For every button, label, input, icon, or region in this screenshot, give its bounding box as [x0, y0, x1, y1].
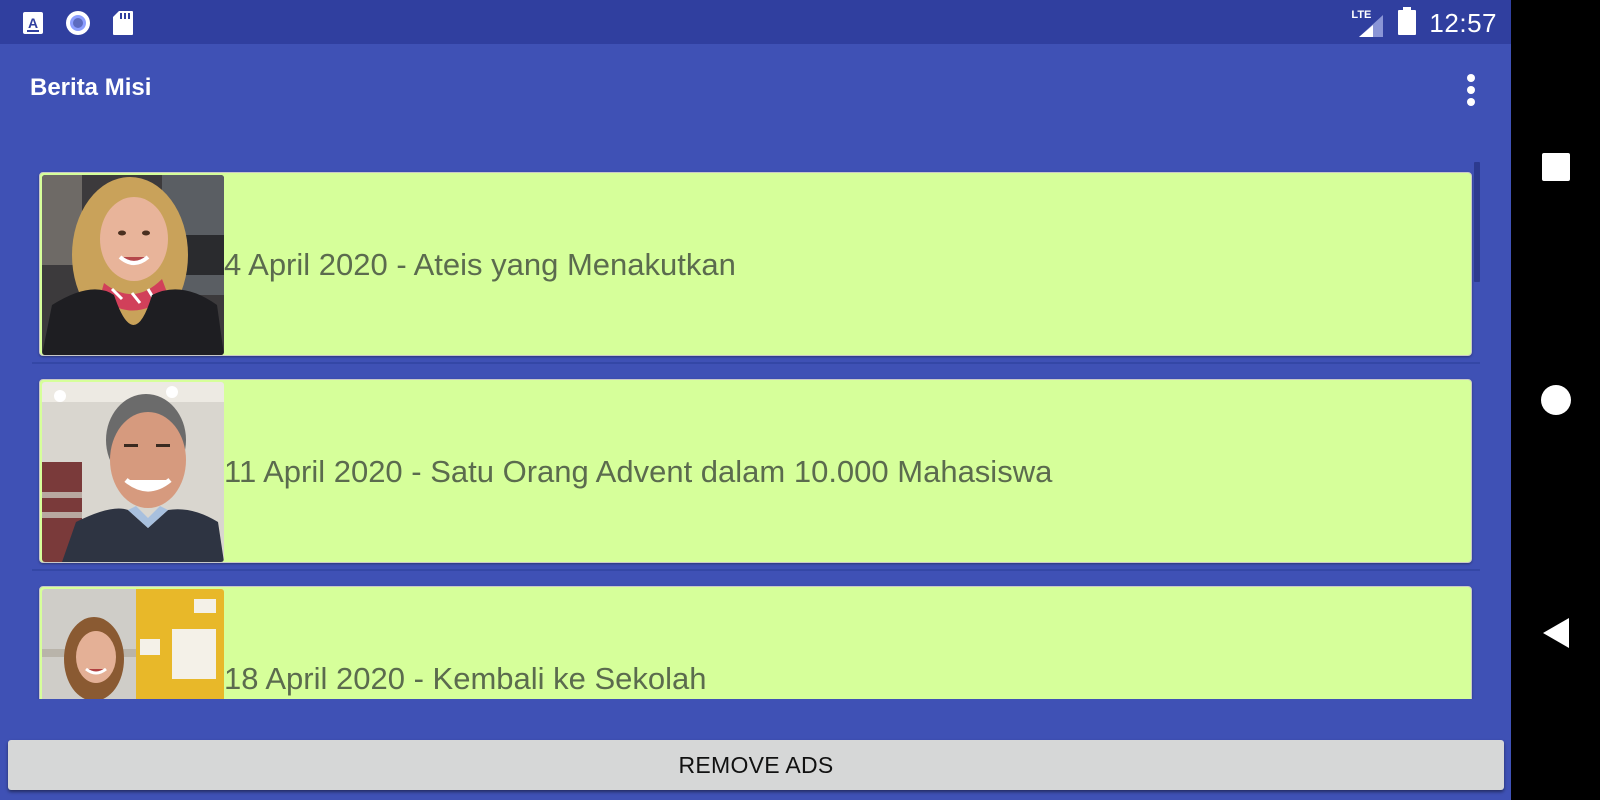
- article-card[interactable]: 4 April 2020 - Ateis yang Menakutkan: [39, 172, 1472, 356]
- app-screen: A LTE 12:57 Berita Misi 4 April 2020 - A…: [0, 0, 1511, 800]
- more-vert-icon[interactable]: [1461, 72, 1481, 108]
- list-divider: [32, 362, 1480, 364]
- status-clock: 12:57: [1429, 8, 1497, 38]
- status-notification-icons: A: [22, 9, 134, 42]
- list-scrollbar[interactable]: [1474, 162, 1480, 282]
- remove-ads-button[interactable]: REMOVE ADS: [8, 740, 1504, 790]
- article-card[interactable]: 18 April 2020 - Kembali ke Sekolah: [39, 586, 1472, 699]
- article-card[interactable]: 11 April 2020 - Satu Orang Advent dalam …: [39, 379, 1472, 563]
- sd-card-icon: [112, 10, 134, 41]
- list-divider: [32, 569, 1480, 571]
- app-toolbar: Berita Misi: [0, 44, 1511, 134]
- back-triangle-icon[interactable]: [1511, 603, 1600, 663]
- article-title: 4 April 2020 - Ateis yang Menakutkan: [224, 247, 736, 282]
- svg-text:A: A: [28, 15, 38, 31]
- status-system-icons: LTE 12:57: [1351, 6, 1497, 41]
- home-circle-icon[interactable]: [1511, 370, 1600, 430]
- article-title: 18 April 2020 - Kembali ke Sekolah: [224, 661, 707, 696]
- article-thumbnail: [42, 589, 224, 699]
- battery-icon: [1397, 6, 1417, 41]
- navigation-bar: [1511, 0, 1600, 800]
- article-thumbnail: [42, 382, 224, 562]
- article-title: 11 April 2020 - Satu Orang Advent dalam …: [224, 454, 1053, 489]
- status-bar: A LTE 12:57: [0, 0, 1511, 44]
- app-title: Berita Misi: [30, 74, 152, 101]
- article-thumbnail: [42, 175, 224, 355]
- lte-signal-icon: LTE: [1351, 9, 1385, 39]
- font-notification-icon: A: [22, 11, 44, 40]
- circle-notification-icon: [64, 9, 92, 42]
- article-list[interactable]: 4 April 2020 - Ateis yang Menakutkan 11 …: [0, 162, 1511, 699]
- recents-square-icon[interactable]: [1511, 137, 1600, 197]
